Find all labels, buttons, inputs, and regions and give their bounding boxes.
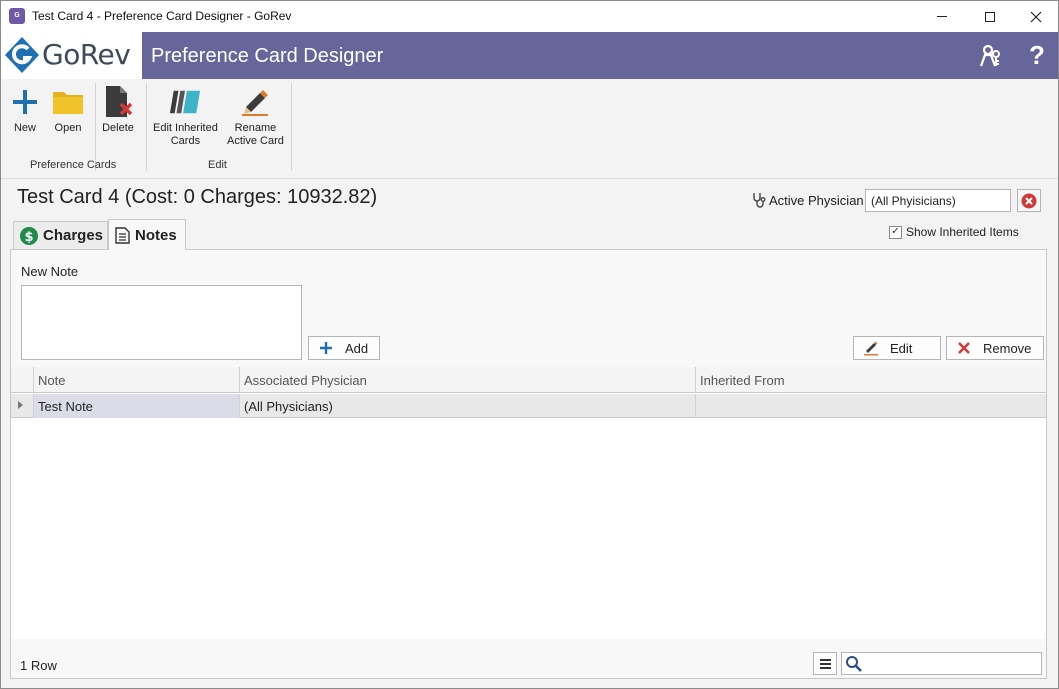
cell-inherited-from[interactable] bbox=[695, 394, 1046, 418]
users-key-icon bbox=[979, 44, 1000, 67]
maximize-button[interactable] bbox=[967, 1, 1013, 32]
row-count: 1 Row bbox=[20, 658, 57, 673]
app-window: G Test Card 4 - Preference Card Designer… bbox=[0, 0, 1059, 689]
maximize-icon bbox=[985, 11, 995, 22]
menu-icon bbox=[819, 666, 831, 669]
rename-active-card-button[interactable]: Rename Active Card bbox=[227, 85, 284, 148]
clear-physician-button[interactable] bbox=[1017, 189, 1041, 212]
grid-search[interactable] bbox=[841, 652, 1042, 675]
logo: GoRev bbox=[1, 32, 142, 79]
add-note-button[interactable]: Add bbox=[308, 336, 380, 360]
cell-associated-physician[interactable]: (All Physicians) bbox=[239, 394, 695, 418]
clear-circle-icon bbox=[1021, 193, 1037, 208]
column-header-associated-physician[interactable]: Associated Physician bbox=[239, 367, 695, 393]
edit-inherited-label: Edit Inherited Cards bbox=[153, 122, 218, 148]
new-note-textarea[interactable] bbox=[21, 285, 302, 360]
new-note-label: New Note bbox=[21, 264, 79, 279]
rename-label-line2: Active Card bbox=[227, 135, 284, 147]
page-title: Preference Card Designer bbox=[151, 45, 384, 67]
menu-icon bbox=[819, 658, 831, 661]
document-icon bbox=[115, 226, 130, 244]
edit-inherited-label-line2: Cards bbox=[170, 135, 201, 147]
open-card-label: Open bbox=[54, 122, 82, 134]
plus-icon bbox=[320, 342, 332, 354]
ribbon-toolbar: New Open Delete Preference Cards Edit In… bbox=[1, 79, 1058, 179]
plus-icon bbox=[13, 90, 37, 114]
pencil-icon bbox=[242, 90, 269, 116]
logo-text: GoRev bbox=[42, 38, 131, 71]
stethoscope-icon bbox=[753, 193, 766, 208]
active-physician-label: Active Physician bbox=[769, 193, 864, 208]
grid-header: Note Associated Physician Inherited From bbox=[11, 367, 1046, 393]
edit-inherited-cards-button[interactable]: Edit Inherited Cards bbox=[153, 85, 218, 148]
tab-charges[interactable]: $ Charges bbox=[13, 221, 108, 249]
active-physician-field[interactable]: (All Phyisicians) bbox=[865, 189, 1011, 212]
checkmark-icon: ✓ bbox=[889, 225, 902, 239]
title-bar: G Test Card 4 - Preference Card Designer… bbox=[1, 1, 1058, 32]
cell-note[interactable]: Test Note bbox=[33, 394, 239, 418]
column-header-inherited-from[interactable]: Inherited From bbox=[695, 367, 1046, 393]
gorev-logo-icon bbox=[5, 37, 39, 73]
card-title: Test Card 4 (Cost: 0 Charges: 10932.82) bbox=[17, 186, 378, 208]
show-inherited-label: Show Inherited Items bbox=[906, 225, 1019, 239]
close-icon bbox=[1030, 11, 1042, 22]
help-button[interactable]: ? bbox=[1022, 40, 1052, 70]
folder-icon bbox=[53, 92, 83, 114]
notes-grid: Note Associated Physician Inherited From… bbox=[11, 367, 1046, 639]
row-indicator-icon bbox=[18, 401, 23, 409]
users-key-button[interactable] bbox=[976, 40, 1006, 70]
tab-charges-label: Charges bbox=[43, 227, 104, 244]
show-inherited-checkbox[interactable]: ✓ Show Inherited Items bbox=[889, 225, 1019, 239]
close-window-button[interactable] bbox=[1013, 1, 1059, 32]
new-card-button[interactable]: New bbox=[9, 85, 41, 135]
ribbon-separator bbox=[146, 83, 147, 171]
group-label-edit: Edit bbox=[208, 159, 227, 171]
delete-document-icon bbox=[106, 86, 133, 117]
edit-note-button[interactable]: Edit bbox=[853, 336, 941, 360]
group-label-preference-cards: Preference Cards bbox=[30, 159, 117, 171]
notes-panel: New Note Add Edit Remove Note Associated… bbox=[10, 249, 1047, 679]
remove-note-label: Remove bbox=[983, 340, 1032, 356]
edit-inherited-label-line1: Edit Inherited bbox=[153, 122, 218, 134]
add-note-label: Add bbox=[345, 340, 369, 356]
svg-text:$: $ bbox=[24, 230, 33, 245]
tab-notes-label: Notes bbox=[135, 226, 177, 244]
delete-card-label: Delete bbox=[102, 122, 134, 134]
help-icon: ? bbox=[1029, 39, 1045, 70]
app-header: GoRev Preference Card Designer ? bbox=[1, 32, 1058, 79]
pencil-icon bbox=[864, 341, 878, 356]
remove-x-icon bbox=[958, 342, 970, 354]
menu-icon bbox=[819, 662, 831, 665]
table-row[interactable]: Test Note (All Physicians) bbox=[11, 394, 1046, 418]
ribbon-separator bbox=[95, 83, 96, 171]
edit-note-label: Edit bbox=[890, 340, 913, 356]
search-icon bbox=[846, 656, 862, 672]
remove-note-button[interactable]: Remove bbox=[946, 336, 1044, 360]
stacked-cards-icon bbox=[170, 90, 201, 114]
minimize-button[interactable] bbox=[919, 1, 965, 32]
ribbon-separator bbox=[291, 83, 292, 171]
tab-notes[interactable]: Notes bbox=[108, 219, 186, 250]
search-input[interactable] bbox=[866, 655, 1038, 672]
app-icon: G bbox=[9, 8, 25, 24]
grid-menu-button[interactable] bbox=[813, 652, 837, 675]
window-title: Test Card 4 - Preference Card Designer -… bbox=[32, 9, 292, 23]
open-card-button[interactable]: Open bbox=[52, 85, 84, 135]
column-header-note[interactable]: Note bbox=[33, 367, 239, 393]
new-card-label: New bbox=[13, 122, 36, 134]
dollar-icon: $ bbox=[20, 226, 38, 245]
rename-label-line1: Rename bbox=[234, 122, 277, 134]
rename-label: Rename Active Card bbox=[227, 122, 284, 148]
minimize-icon bbox=[937, 16, 947, 17]
delete-card-button[interactable]: Delete bbox=[102, 85, 134, 135]
